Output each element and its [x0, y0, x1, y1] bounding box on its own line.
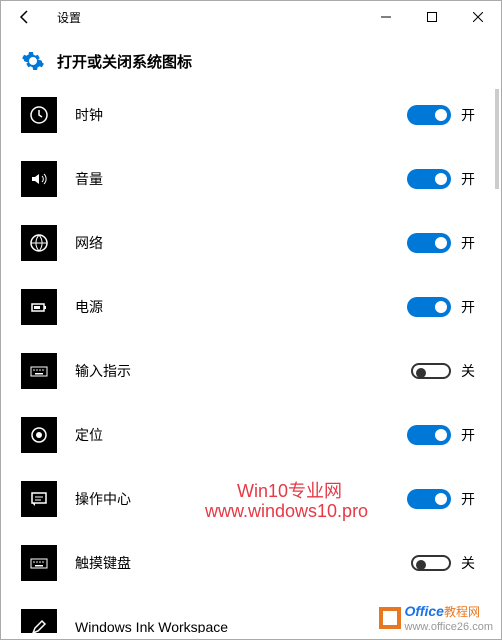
titlebar: 设置: [1, 1, 501, 33]
setting-label: 电源: [75, 297, 407, 317]
minimize-button[interactable]: [363, 1, 409, 33]
scrollbar[interactable]: [495, 89, 499, 189]
clock-icon: [21, 97, 57, 133]
gear-icon: [21, 49, 45, 73]
volume-icon: [21, 161, 57, 197]
setting-row-action-center: 操作中心 开: [21, 481, 481, 517]
content-area: 打开或关闭系统图标 时钟 开 音量 开 网络 开 电源 开 输入指示 关 定位 …: [1, 33, 501, 633]
back-button[interactable]: [9, 1, 41, 33]
maximize-button[interactable]: [409, 1, 455, 33]
setting-row-input-indicator: 输入指示 关: [21, 353, 481, 389]
setting-row-clock: 时钟 开: [21, 97, 481, 133]
toggle-state-label: 开: [461, 233, 481, 253]
toggle-network[interactable]: [407, 233, 451, 253]
setting-row-power: 电源 开: [21, 289, 481, 325]
window-controls: [363, 1, 501, 33]
action-center-icon: [21, 481, 57, 517]
maximize-icon: [427, 12, 437, 22]
setting-label: 音量: [75, 169, 407, 189]
setting-label: Windows Ink Workspace: [75, 619, 481, 633]
network-icon: [21, 225, 57, 261]
setting-label: 输入指示: [75, 361, 411, 381]
keyboard-icon: [21, 353, 57, 389]
location-icon: [21, 417, 57, 453]
setting-label: 时钟: [75, 105, 407, 125]
toggle-state-label: 关: [461, 361, 481, 381]
toggle-state-label: 开: [461, 489, 481, 509]
toggle-volume[interactable]: [407, 169, 451, 189]
setting-row-volume: 音量 开: [21, 161, 481, 197]
page-header: 打开或关闭系统图标: [21, 49, 481, 73]
setting-label: 操作中心: [75, 489, 407, 509]
setting-row-touch-keyboard: 触摸键盘 关: [21, 545, 481, 581]
setting-label: 网络: [75, 233, 407, 253]
close-button[interactable]: [455, 1, 501, 33]
setting-label: 触摸键盘: [75, 553, 411, 573]
arrow-left-icon: [17, 9, 33, 25]
app-title: 设置: [57, 9, 81, 26]
toggle-power[interactable]: [407, 297, 451, 317]
minimize-icon: [381, 12, 391, 22]
toggle-action-center[interactable]: [407, 489, 451, 509]
toggle-clock[interactable]: [407, 105, 451, 125]
toggle-state-label: 开: [461, 297, 481, 317]
pen-icon: [21, 609, 57, 633]
toggle-state-label: 开: [461, 425, 481, 445]
setting-row-windows-ink: Windows Ink Workspace: [21, 609, 481, 633]
toggle-state-label: 开: [461, 105, 481, 125]
setting-label: 定位: [75, 425, 407, 445]
toggle-state-label: 关: [461, 553, 481, 573]
power-icon: [21, 289, 57, 325]
close-icon: [473, 12, 483, 22]
setting-row-location: 定位 开: [21, 417, 481, 453]
page-title: 打开或关闭系统图标: [57, 51, 192, 72]
toggle-location[interactable]: [407, 425, 451, 445]
toggle-input-indicator[interactable]: [411, 363, 451, 379]
titlebar-left: 设置: [9, 1, 81, 33]
toggle-state-label: 开: [461, 169, 481, 189]
setting-row-network: 网络 开: [21, 225, 481, 261]
toggle-touch-keyboard[interactable]: [411, 555, 451, 571]
touch-keyboard-icon: [21, 545, 57, 581]
